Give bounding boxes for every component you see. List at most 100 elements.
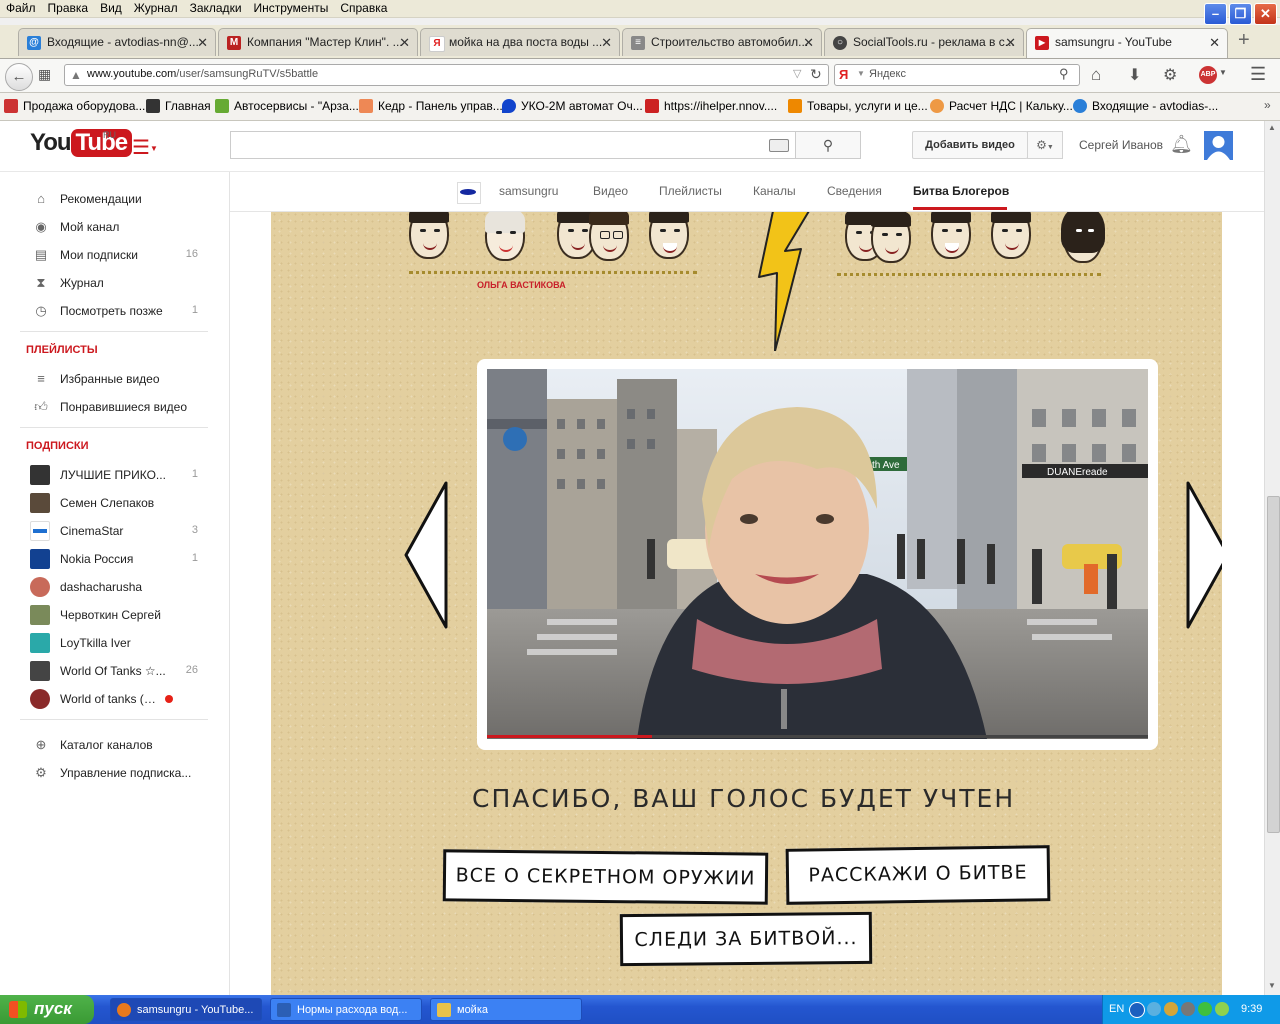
- subscription-item[interactable]: World of tanks (W...: [26, 688, 208, 710]
- sidebar-item-channel-catalog[interactable]: ⊕ Каталог каналов: [26, 734, 208, 756]
- adblock-icon[interactable]: ABP: [1199, 66, 1217, 84]
- chrome-icon[interactable]: [1164, 1002, 1178, 1016]
- reload-icon[interactable]: ↻: [810, 66, 822, 83]
- blogger-portrait[interactable]: [871, 209, 911, 263]
- volume-icon[interactable]: [1181, 1002, 1195, 1016]
- youtube-logo[interactable]: You Tube RU: [30, 129, 133, 161]
- more-bookmarks-icon[interactable]: »: [1264, 98, 1271, 112]
- network-icon[interactable]: [1147, 1002, 1161, 1016]
- tell-about-battle-button[interactable]: РАССКАЖИ О БИТВЕ: [785, 845, 1051, 905]
- video-player[interactable]: DUANEreade th Ave: [487, 369, 1148, 739]
- antivirus-icon[interactable]: [1198, 1002, 1212, 1016]
- browser-tab[interactable]: @ Входящие - avtodias-nn@... ✕: [18, 28, 216, 56]
- chevron-down-icon[interactable]: ▼: [1219, 68, 1227, 77]
- bookmark-item[interactable]: https://ihelper.nnov....: [645, 99, 777, 113]
- tray-arrow-icon[interactable]: [1129, 1002, 1145, 1018]
- settings-button[interactable]: ⚙▼: [1027, 131, 1063, 159]
- close-icon[interactable]: ✕: [1254, 3, 1277, 25]
- minimize-icon[interactable]: –: [1204, 3, 1227, 25]
- menu-icon[interactable]: ☰: [1250, 64, 1266, 85]
- sidebar-item-subscriptions[interactable]: ▤ Мои подписки 16: [26, 244, 208, 266]
- yandex-icon[interactable]: Я: [839, 67, 848, 82]
- search-bar[interactable]: Я ▼ Яндекс ⚲: [834, 64, 1080, 86]
- scroll-up-icon[interactable]: ▲: [1268, 123, 1276, 132]
- home-icon[interactable]: ⌂: [1091, 65, 1101, 85]
- tab-close-icon[interactable]: ✕: [1209, 29, 1220, 56]
- clock[interactable]: 9:39: [1241, 1003, 1262, 1015]
- dropdown-icon[interactable]: ▽: [793, 67, 801, 80]
- utility-icon[interactable]: [1215, 1002, 1229, 1016]
- tab-about[interactable]: Сведения: [827, 184, 882, 198]
- bookmark-item[interactable]: Кедр - Панель управ...: [359, 99, 503, 113]
- bookmark-item[interactable]: УКО-2М автомат Оч...: [502, 99, 643, 113]
- subscription-item[interactable]: CinemaStar 3: [26, 520, 208, 542]
- blogger-portrait[interactable]: [991, 205, 1031, 259]
- guide-menu-icon[interactable]: ☰▼: [132, 135, 158, 160]
- blogger-portrait[interactable]: [589, 207, 629, 261]
- taskbar-item-firefox[interactable]: samsungru - YouTube...: [110, 998, 262, 1021]
- chevron-down-icon[interactable]: ▼: [857, 69, 865, 78]
- taskbar-item-word[interactable]: Нормы расхода вод...: [270, 998, 422, 1021]
- tab-close-icon[interactable]: ✕: [601, 29, 612, 56]
- tab-close-icon[interactable]: ✕: [803, 29, 814, 56]
- bookmark-item[interactable]: Автосервисы - "Арза...: [215, 99, 359, 113]
- video-progress-bar[interactable]: [487, 735, 1148, 738]
- blogger-portrait[interactable]: [1061, 205, 1105, 263]
- taskbar-item-folder[interactable]: мойка: [430, 998, 582, 1021]
- tab-blogger-battle[interactable]: Битва Блогеров: [913, 184, 1009, 198]
- gear-icon[interactable]: ⚙: [1163, 65, 1177, 85]
- sidebar-item-favorites[interactable]: ≡ Избранные видео: [26, 368, 208, 390]
- channel-logo[interactable]: [457, 182, 481, 204]
- menu-bookmarks[interactable]: Закладки: [184, 0, 248, 16]
- browser-tab-active[interactable]: ▶ samsungru - YouTube ✕: [1026, 28, 1228, 58]
- sidebar-item-history[interactable]: ⧗ Журнал: [26, 272, 208, 294]
- subscription-item[interactable]: ЛУЧШИЕ ПРИКО... 1: [26, 464, 208, 486]
- subscription-item[interactable]: Семен Слепаков: [26, 492, 208, 514]
- search-input[interactable]: [230, 131, 796, 159]
- bookmark-item[interactable]: Расчет НДС | Кальку...: [930, 99, 1073, 113]
- browser-tab[interactable]: Я мойка на два поста воды ... ✕: [420, 28, 620, 56]
- subscription-item[interactable]: dashacharusha: [26, 576, 208, 598]
- search-button[interactable]: ⚲: [795, 131, 861, 159]
- menu-file[interactable]: Файл: [0, 0, 42, 16]
- blogger-portrait[interactable]: [409, 205, 449, 259]
- tab-close-icon[interactable]: ✕: [1005, 29, 1016, 56]
- tab-groups-icon[interactable]: ▦: [38, 66, 51, 83]
- subscription-item[interactable]: Червоткин Сергей: [26, 604, 208, 626]
- tab-channel-home[interactable]: samsungru: [499, 184, 558, 198]
- scroll-down-icon[interactable]: ▼: [1268, 981, 1276, 990]
- tab-channels[interactable]: Каналы: [753, 184, 796, 198]
- browser-tab[interactable]: ○ SocialTools.ru - реклама в с... ✕: [824, 28, 1024, 56]
- secret-weapon-button[interactable]: ВСЕ О СЕКРЕТНОМ ОРУЖИИ: [442, 849, 769, 905]
- browser-tab[interactable]: ≡ Строительство автомобил... ✕: [622, 28, 822, 56]
- subscription-item[interactable]: Nokia Россия 1: [26, 548, 208, 570]
- menu-help[interactable]: Справка: [334, 0, 393, 16]
- vertical-scrollbar[interactable]: ▲ ▼: [1264, 121, 1280, 995]
- bookmark-item[interactable]: Товары, услуги и це...: [788, 99, 928, 113]
- next-arrow-icon[interactable]: [1185, 481, 1222, 631]
- subscriptions-heading[interactable]: ПОДПИСКИ: [26, 440, 89, 452]
- menu-edit[interactable]: Правка: [42, 0, 95, 16]
- back-button[interactable]: ←: [5, 63, 33, 91]
- address-bar[interactable]: ▲ www.youtube.com/user/samsungRuTV/s5bat…: [64, 64, 829, 86]
- bell-icon[interactable]: 🔔︎: [1170, 134, 1193, 155]
- restore-icon[interactable]: ❐: [1229, 3, 1252, 25]
- scrollbar-thumb[interactable]: [1267, 496, 1280, 833]
- blogger-portrait[interactable]: [931, 205, 971, 259]
- tab-playlists[interactable]: Плейлисты: [659, 184, 722, 198]
- tab-close-icon[interactable]: ✕: [399, 29, 410, 56]
- download-icon[interactable]: ⬇: [1128, 65, 1141, 85]
- menu-tools[interactable]: Инструменты: [248, 0, 335, 16]
- subscription-item[interactable]: LoyTkilla Iver: [26, 632, 208, 654]
- browser-tab[interactable]: M Компания "Мастер Клин". ... ✕: [218, 28, 418, 56]
- upload-button[interactable]: Добавить видео: [912, 131, 1028, 159]
- sidebar-item-liked[interactable]: 👍︎ Понравившиеся видео: [26, 396, 208, 418]
- follow-battle-button[interactable]: СЛЕДИ ЗА БИТВОЙ...: [619, 911, 873, 967]
- keyboard-icon[interactable]: [769, 139, 789, 152]
- playlists-heading[interactable]: ПЛЕЙЛИСТЫ: [26, 344, 98, 356]
- blogger-portrait[interactable]: [485, 207, 525, 261]
- menu-history[interactable]: Журнал: [128, 0, 184, 16]
- user-name[interactable]: Сергей Иванов: [1079, 138, 1163, 152]
- language-indicator[interactable]: EN: [1109, 1003, 1124, 1015]
- tab-videos[interactable]: Видео: [593, 184, 628, 198]
